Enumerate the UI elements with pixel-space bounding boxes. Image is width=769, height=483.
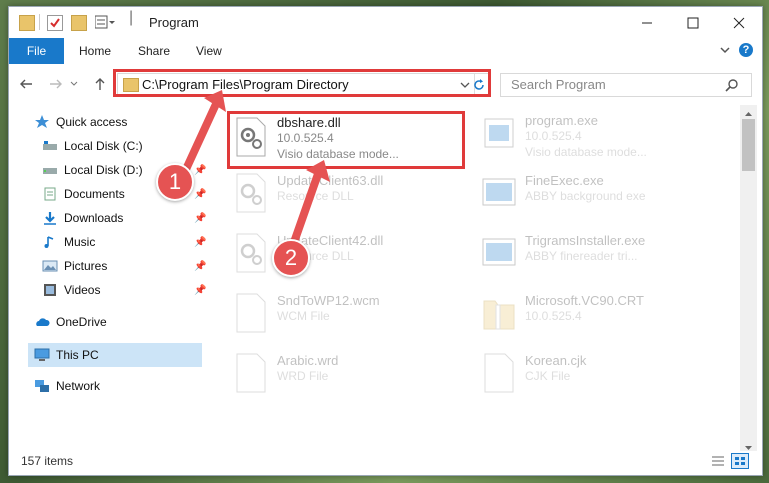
tutorial-arrows [178, 90, 330, 252]
step-2-badge: 2 [272, 239, 310, 277]
step-1-badge: 1 [156, 163, 194, 201]
